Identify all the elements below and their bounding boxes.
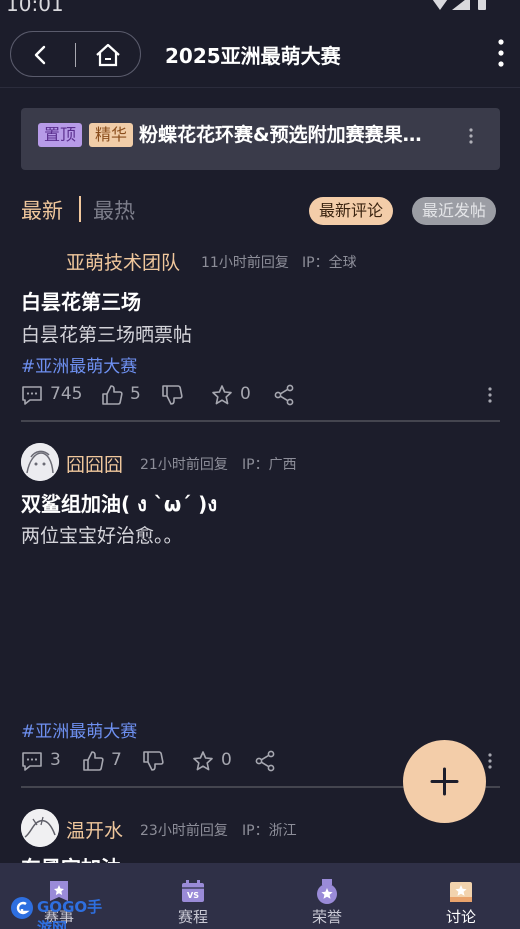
post-card[interactable]: 亚萌技术团队 11小时前回复 IP：全球 白昙花第三场 白昙花第三场晒票帖 #亚… xyxy=(0,240,520,422)
post-title: 白昙花第三场 xyxy=(21,290,141,314)
avatar-image xyxy=(21,443,59,481)
filter-latest-reply-button[interactable]: 最新评论 xyxy=(309,197,394,225)
share-icon xyxy=(274,384,294,406)
star-count: 0 xyxy=(221,750,232,770)
post-author[interactable]: 囧囧囧 xyxy=(66,450,123,477)
post-title: 东風宫加油 xyxy=(21,852,121,863)
thumbs-down-icon xyxy=(162,385,183,405)
post-hashtag[interactable]: #亚洲最萌大赛 xyxy=(21,352,137,377)
more-vertical-icon[interactable] xyxy=(487,752,493,770)
more-vertical-icon[interactable] xyxy=(496,38,506,68)
post-author[interactable]: 温开水 xyxy=(66,816,123,843)
star-icon xyxy=(212,385,232,405)
sort-latest-tab[interactable]: 最新 xyxy=(21,195,63,225)
versus-calendar-icon: VS xyxy=(182,880,204,902)
watermark-logo: GOGO手游网 xyxy=(10,896,112,929)
new-post-button[interactable] xyxy=(403,740,486,823)
essence-tag: 精华 xyxy=(89,123,134,147)
post-card[interactable]: 囧囧囧 21小时前回复 IP：广西 双鲨组加油( ง ˋωˊ )ง 两位宝宝好治… xyxy=(0,440,520,790)
pinned-post[interactable]: 置顶 精华 粉蝶花花环赛&预选附加赛赛果… xyxy=(21,108,500,170)
thumbs-up-icon xyxy=(102,385,123,405)
discussion-book-icon xyxy=(450,882,472,902)
thumbs-up-icon xyxy=(83,751,104,771)
post-hashtag[interactable]: #亚洲最萌大赛 xyxy=(21,717,137,742)
tab-label: 荣誉 xyxy=(311,908,342,926)
pinned-tag: 置顶 xyxy=(38,123,83,147)
comment-icon xyxy=(22,386,42,405)
plus-icon xyxy=(430,767,459,796)
like-count: 5 xyxy=(130,384,141,404)
status-time: 10:01 xyxy=(6,0,64,16)
avatar[interactable] xyxy=(21,809,59,847)
back-arrow-icon[interactable] xyxy=(29,43,53,67)
star-count: 0 xyxy=(240,384,251,404)
tab-label: 赛程 xyxy=(177,908,208,926)
post-time: 21小时前回复 xyxy=(140,457,228,473)
avatar[interactable] xyxy=(21,443,59,481)
home-icon[interactable] xyxy=(95,42,121,68)
post-time: 11小时前回复 xyxy=(201,255,289,271)
post-ip: IP：全球 xyxy=(302,255,357,271)
signal-battery-icon xyxy=(432,0,486,10)
star-icon xyxy=(193,751,213,771)
top-bar: 2025亚洲最萌大赛 xyxy=(0,18,520,88)
post-ip: IP：广西 xyxy=(242,457,297,473)
avatar-image xyxy=(21,809,59,847)
nav-divider xyxy=(75,43,76,67)
tab-discussion[interactable]: 讨论 xyxy=(406,863,516,929)
tab-honors[interactable]: 荣誉 xyxy=(272,863,382,929)
filter-latest-post-button[interactable]: 最近发帖 xyxy=(412,197,497,225)
more-vertical-icon[interactable] xyxy=(468,127,474,145)
thumbs-down-icon xyxy=(143,751,164,771)
post-time: 23小时前回复 xyxy=(140,823,228,839)
post-actions: 745 5 0 xyxy=(21,383,501,407)
post-divider xyxy=(21,420,500,422)
medal-icon xyxy=(317,879,337,904)
gogo-logo-icon xyxy=(11,897,33,919)
comment-icon xyxy=(22,752,42,771)
page-title: 2025亚洲最萌大赛 xyxy=(165,44,341,68)
sort-hot-tab[interactable]: 最热 xyxy=(93,195,135,225)
comment-count: 3 xyxy=(50,750,61,770)
sort-divider xyxy=(79,196,81,222)
more-vertical-icon[interactable] xyxy=(487,386,493,404)
like-count: 7 xyxy=(111,750,122,770)
tab-schedule[interactable]: VS 赛程 xyxy=(138,863,248,929)
post-ip: IP：浙江 xyxy=(242,823,297,839)
comment-count: 745 xyxy=(50,384,83,404)
sort-bar: 最新 最热 最新评论 最近发帖 xyxy=(0,192,520,226)
nav-pill xyxy=(10,31,141,77)
watermark-text: GOGO手游网 xyxy=(37,898,103,929)
tab-label: 讨论 xyxy=(445,908,476,926)
post-title: 双鲨组加油( ง ˋωˊ )ง xyxy=(21,492,218,516)
header-divider xyxy=(0,87,520,88)
svg-text:VS: VS xyxy=(187,891,199,900)
post-body: 白昙花第三场晒票帖 xyxy=(21,324,193,346)
post-author[interactable]: 亚萌技术团队 xyxy=(66,248,180,275)
pinned-title: 粉蝶花花环赛&预选附加赛赛果… xyxy=(139,124,422,146)
share-icon xyxy=(255,750,275,772)
status-bar: 10:01 xyxy=(0,0,520,18)
post-body: 两位宝宝好治愈。。 xyxy=(21,525,183,547)
